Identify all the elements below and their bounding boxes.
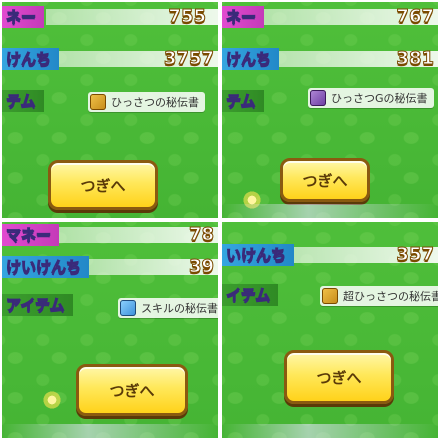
- item-label: テム: [222, 90, 264, 112]
- exp-row: けんち 381: [222, 48, 438, 70]
- money-row: マネー 78: [2, 224, 218, 246]
- result-panel-1: ネー 755 けんち 3757 テム ひっさつの秘伝書 つぎへ: [2, 2, 218, 218]
- exp-label: けいけんち: [2, 256, 90, 278]
- exp-row: いけんち 357: [222, 244, 438, 266]
- exp-value: 39: [188, 256, 214, 278]
- money-value: 755: [168, 6, 207, 28]
- character-strip: [222, 424, 438, 438]
- exp-label: けんち: [222, 48, 280, 70]
- exp-label: いけんち: [222, 244, 295, 266]
- exp-value: 381: [396, 48, 435, 70]
- item-label: アイテム: [2, 294, 73, 316]
- money-value: 78: [188, 224, 214, 246]
- item-name: ひっさつGの秘伝書: [331, 92, 428, 105]
- item-box: ひっさつの秘伝書: [88, 92, 205, 112]
- next-button[interactable]: つぎへ: [280, 158, 370, 202]
- result-panel-3: マネー 78 けいけんち 39 アイテム スキルの秘伝書 つぎへ: [2, 222, 218, 438]
- sparkle-effect: [42, 390, 62, 410]
- item-label: テム: [2, 90, 44, 112]
- scroll-gold-icon: [90, 94, 106, 110]
- item-name: ひっさつの秘伝書: [111, 96, 199, 109]
- result-panel-2: ネー 767 けんち 381 テム ひっさつGの秘伝書 つぎへ: [222, 2, 438, 218]
- next-button[interactable]: つぎへ: [48, 160, 158, 210]
- next-button[interactable]: つぎへ: [284, 350, 394, 404]
- money-label: マネー: [2, 224, 60, 246]
- money-row: ネー 767: [222, 6, 438, 28]
- result-panel-4: いけんち 357 イテム 超ひっさつの秘伝書 つぎへ: [222, 222, 438, 438]
- exp-row: けいけんち 39: [2, 256, 218, 278]
- item-box: 超ひっさつの秘伝書: [320, 286, 438, 306]
- scroll-purple-icon: [310, 90, 326, 106]
- scroll-blue-icon: [120, 300, 136, 316]
- item-box: ひっさつGの秘伝書: [308, 88, 434, 108]
- scroll-gold-icon: [322, 288, 338, 304]
- item-name: 超ひっさつの秘伝書: [343, 290, 438, 303]
- exp-value: 3757: [163, 48, 214, 70]
- money-label: ネー: [2, 6, 45, 28]
- next-button[interactable]: つぎへ: [76, 364, 188, 416]
- character-strip: [2, 424, 218, 438]
- exp-row: けんち 3757: [2, 48, 218, 70]
- money-label: ネー: [222, 6, 265, 28]
- exp-value: 357: [396, 244, 435, 266]
- character-strip: [222, 204, 438, 218]
- exp-label: けんち: [2, 48, 60, 70]
- item-label: イテム: [222, 284, 279, 306]
- money-row: ネー 755: [2, 6, 218, 28]
- money-value: 767: [396, 6, 435, 28]
- item-box: スキルの秘伝書: [118, 298, 218, 318]
- item-name: スキルの秘伝書: [141, 302, 218, 315]
